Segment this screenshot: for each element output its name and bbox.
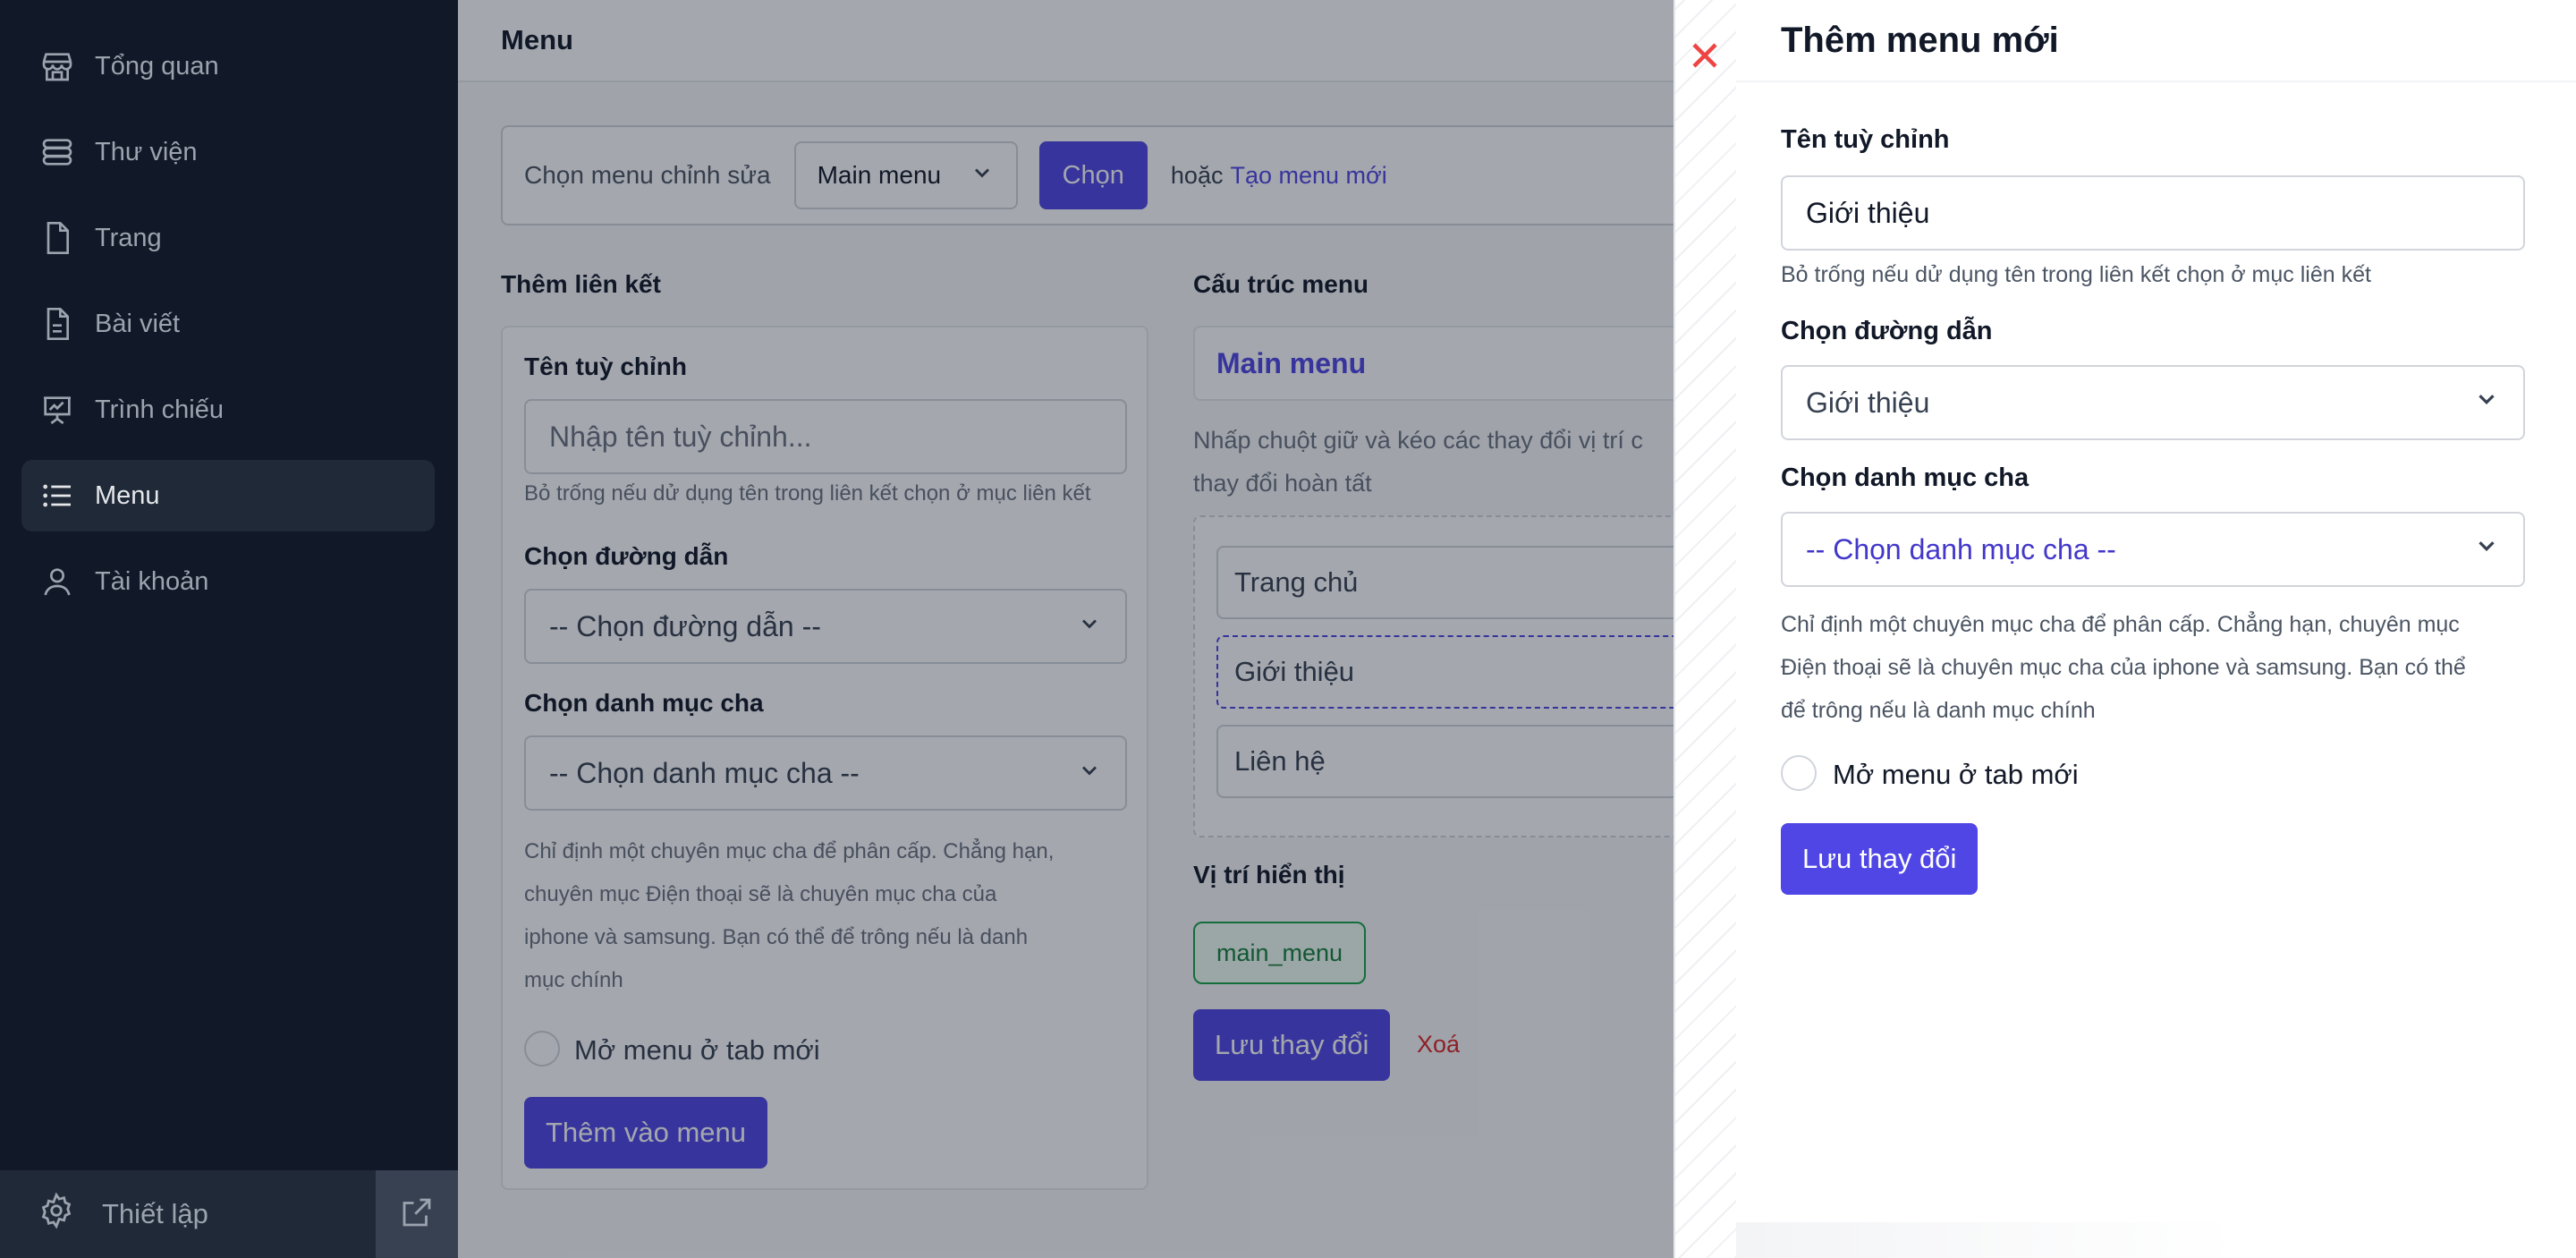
drawer-custom-name-value: Giới thiệu bbox=[1806, 196, 1930, 229]
drawer-new-tab-label: Mở menu ở tab mới bbox=[1833, 759, 2079, 790]
sidebar-item-label: Trang bbox=[95, 223, 162, 252]
drawer-parent-select[interactable]: -- Chọn danh mục cha -- bbox=[1781, 512, 2525, 587]
sidebar-item-label: Tài khoản bbox=[95, 566, 209, 596]
drawer-custom-name-label: Tên tuỳ chỉnh bbox=[1781, 125, 1950, 154]
drawer-custom-name-input[interactable]: Giới thiệu bbox=[1781, 175, 2525, 251]
open-external-button[interactable] bbox=[376, 1170, 458, 1258]
presentation-chart-icon bbox=[39, 392, 75, 428]
drawer-parent-hint: Chỉ định một chuyên mục cha để phân cấp.… bbox=[1781, 603, 2523, 732]
database-icon bbox=[39, 134, 75, 170]
sidebar: Tổng quan Thư viện Trang Bài viết Trình … bbox=[0, 0, 458, 1258]
drawer-path-select[interactable]: Giới thiệu bbox=[1781, 365, 2525, 440]
sidebar-item-label: Tổng quan bbox=[95, 51, 219, 81]
drawer-path-label: Chọn đường dẫn bbox=[1781, 317, 1993, 345]
sidebar-item-library[interactable]: Thư viện bbox=[21, 116, 435, 188]
sidebar-item-menu[interactable]: Menu bbox=[21, 460, 435, 531]
sidebar-item-posts[interactable]: Bài viết bbox=[21, 288, 435, 360]
drawer-custom-name-hint: Bỏ trống nếu dử dụng tên trong liên kết … bbox=[1781, 262, 2371, 287]
drawer-parent-hint-line: để trông nếu là danh mục chính bbox=[1781, 698, 2096, 723]
settings-button[interactable]: Thiết lập bbox=[0, 1170, 376, 1258]
sidebar-item-slideshow[interactable]: Trình chiếu bbox=[21, 374, 435, 446]
drawer-parent-hint-line: Chỉ định một chuyên mục cha để phân cấp.… bbox=[1781, 612, 2460, 637]
drawer-parent-label: Chọn danh mục cha bbox=[1781, 463, 2029, 492]
document-text-icon bbox=[39, 306, 75, 342]
close-drawer-button[interactable] bbox=[1685, 38, 1724, 77]
user-icon bbox=[39, 564, 75, 599]
sidebar-item-label: Menu bbox=[95, 480, 160, 510]
sidebar-item-label: Trình chiếu bbox=[95, 395, 224, 424]
drawer-save-button[interactable]: Lưu thay đổi bbox=[1781, 823, 1979, 895]
drawer-parent-select-value: -- Chọn danh mục cha -- bbox=[1806, 532, 2116, 565]
store-icon bbox=[39, 48, 75, 84]
sidebar-item-label: Bài viết bbox=[95, 309, 181, 338]
drawer-bottom-edge bbox=[1736, 1222, 2576, 1258]
drawer-path-select-value: Giới thiệu bbox=[1806, 386, 1930, 419]
sidebar-footer: Thiết lập bbox=[0, 1170, 458, 1258]
sidebar-item-account[interactable]: Tài khoản bbox=[21, 546, 435, 617]
drawer-parent-hint-line: Điện thoại sẽ là chuyên mục cha của ipho… bbox=[1781, 655, 2466, 680]
close-icon bbox=[1689, 39, 1721, 76]
drawer-new-tab-checkbox[interactable] bbox=[1781, 755, 1817, 791]
sidebar-item-pages[interactable]: Trang bbox=[21, 202, 435, 274]
add-menu-drawer: Thêm menu mới Tên tuỳ chỉnh Giới thiệu B… bbox=[1736, 0, 2576, 1258]
sidebar-item-overview[interactable]: Tổng quan bbox=[21, 30, 435, 102]
drawer-title: Thêm menu mới bbox=[1736, 0, 2576, 82]
list-icon bbox=[39, 478, 75, 514]
chevron-down-icon bbox=[2473, 386, 2500, 420]
gear-icon bbox=[38, 1192, 75, 1237]
sidebar-item-label: Thư viện bbox=[95, 137, 198, 166]
chevron-down-icon bbox=[2473, 532, 2500, 566]
external-link-icon bbox=[398, 1194, 436, 1236]
drawer-gutter bbox=[1674, 0, 1736, 1258]
file-icon bbox=[39, 220, 75, 256]
settings-label: Thiết lập bbox=[102, 1198, 208, 1229]
